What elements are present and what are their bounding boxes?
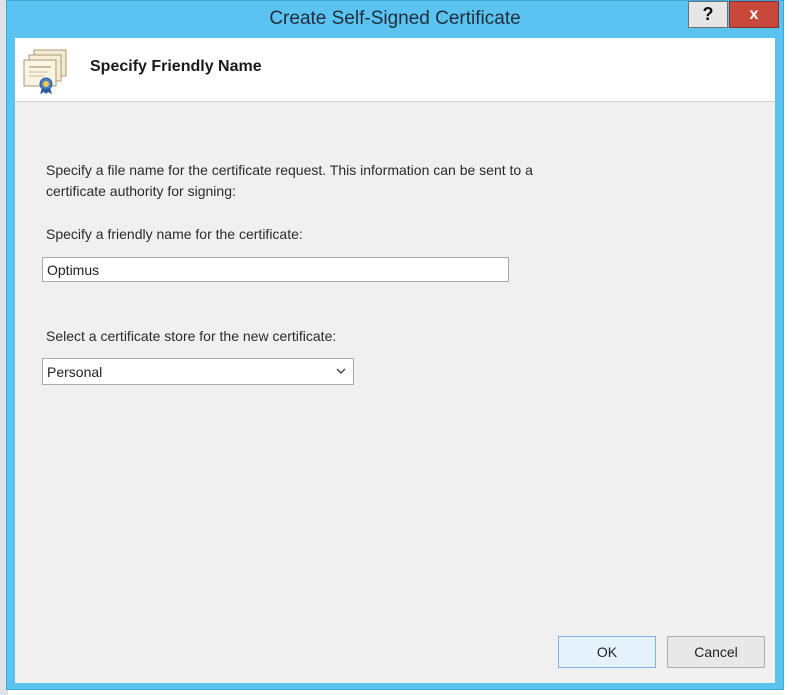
friendly-name-input[interactable] [42,257,509,282]
dialog-content: Specify Friendly Name Specify a file nam… [15,38,775,683]
chevron-down-icon [336,368,346,374]
close-button[interactable]: x [729,1,779,28]
help-button[interactable]: ? [688,1,728,28]
friendly-name-label: Specify a friendly name for the certific… [46,226,303,242]
certificate-store-dropdown[interactable]: Personal [42,358,354,385]
description-text: Specify a file name for the certificate … [46,162,533,199]
certificate-icon [23,49,67,94]
wizard-header: Specify Friendly Name [15,38,775,102]
dialog-window: Create Self-Signed Certificate ? x Speci… [6,0,784,690]
window-title: Create Self-Signed Certificate [269,8,521,29]
certificate-store-value: Personal [47,364,103,380]
title-bar[interactable]: Create Self-Signed Certificate ? x [7,1,783,38]
cancel-button[interactable]: Cancel [667,636,765,668]
ok-button[interactable]: OK [558,636,656,668]
page-title: Specify Friendly Name [90,58,262,75]
certificate-store-label: Select a certificate store for the new c… [46,328,337,344]
